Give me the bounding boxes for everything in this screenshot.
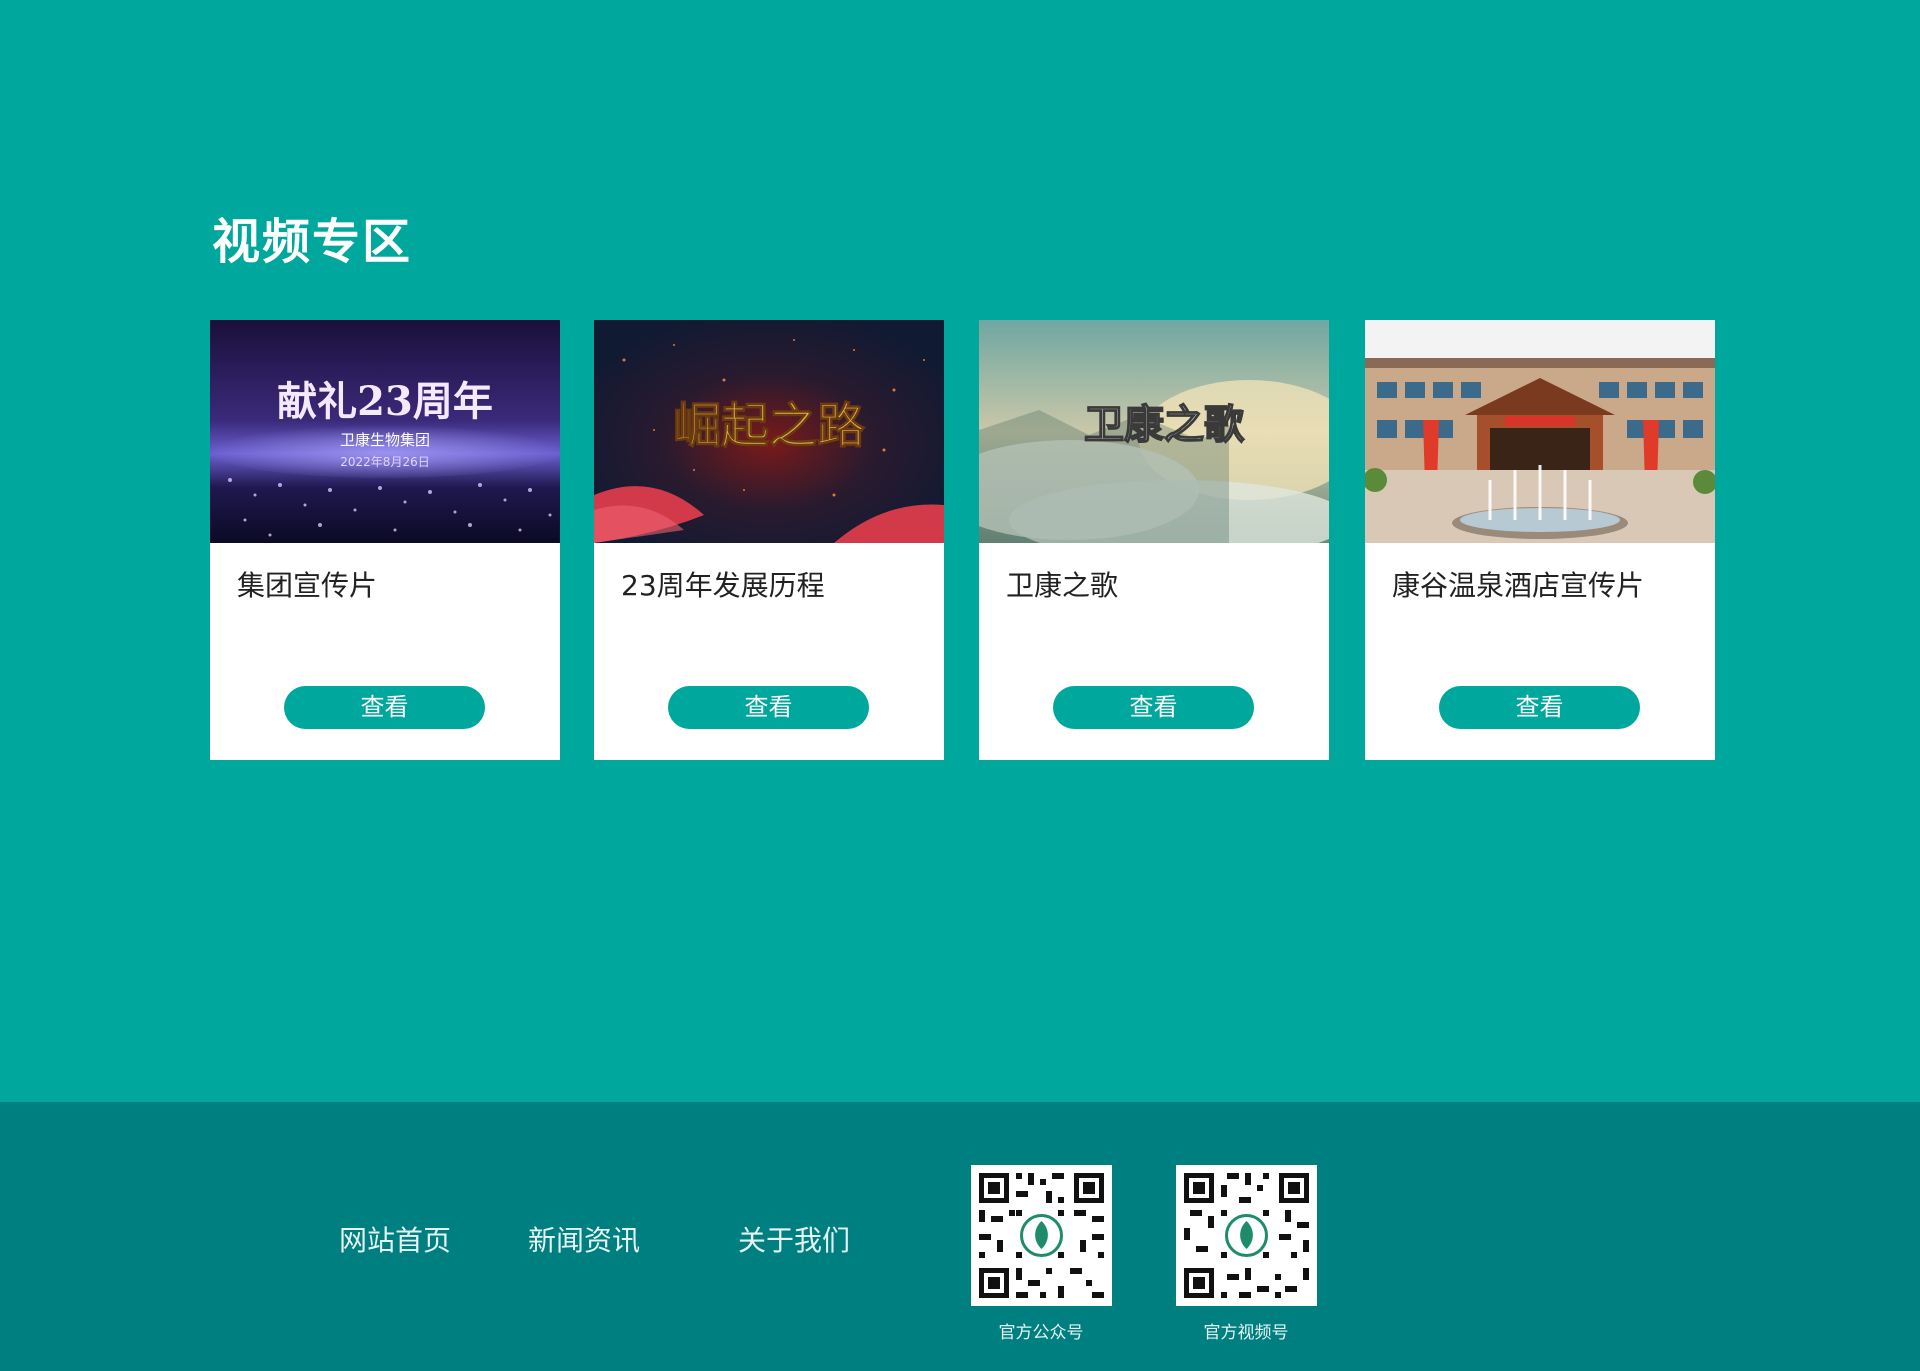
card-title: 卫康之歌 (1006, 569, 1119, 602)
thumbnail-date-text: 2022年8月26日 (340, 455, 429, 469)
video-card-2[interactable]: 崛起之路 23周年发展历程 查看 (594, 320, 944, 760)
view-button[interactable]: 查看 (1439, 686, 1640, 729)
video-section: 视频专区 献礼23周年 卫康生物集团 2022年8月26日 集团宣传片 查看 崛… (0, 0, 1920, 1102)
video-thumbnail-2[interactable]: 崛起之路 (594, 320, 944, 543)
footer (0, 1102, 1920, 1371)
footer-link-home[interactable]: 网站首页 (339, 1221, 451, 1261)
video-card-1[interactable]: 献礼23周年 卫康生物集团 2022年8月26日 集团宣传片 查看 (210, 320, 560, 760)
footer-link-about[interactable]: 关于我们 (738, 1221, 850, 1261)
card-title: 集团宣传片 (237, 569, 378, 602)
qr-code-icon (1176, 1165, 1317, 1306)
view-button[interactable]: 查看 (668, 686, 869, 729)
video-thumbnail-1[interactable]: 献礼23周年 卫康生物集团 2022年8月26日 (210, 320, 560, 543)
video-card-4[interactable]: 康谷温泉酒店宣传片 查看 (1365, 320, 1715, 760)
video-thumbnail-4[interactable] (1365, 320, 1715, 543)
thumbnail-title-text: 卫康之歌 (1084, 401, 1245, 448)
card-title: 康谷温泉酒店宣传片 (1392, 569, 1645, 602)
section-title: 视频专区 (212, 214, 413, 270)
qr-code-icon (971, 1165, 1112, 1306)
footer-link-news[interactable]: 新闻资讯 (528, 1221, 640, 1261)
video-thumbnail-3[interactable]: 卫康之歌 (979, 320, 1329, 543)
qr-caption-official-account: 官方公众号 (998, 1323, 1084, 1343)
video-card-3[interactable]: 卫康之歌 卫康之歌 查看 (979, 320, 1329, 760)
view-button[interactable]: 查看 (1053, 686, 1254, 729)
thumbnail-title-text: 崛起之路 (673, 398, 866, 454)
card-title: 23周年发展历程 (621, 569, 825, 602)
thumbnail-subtitle-text: 卫康生物集团 (340, 431, 430, 449)
view-button[interactable]: 查看 (284, 686, 485, 729)
thumbnail-title-text: 献礼23周年 (277, 378, 493, 425)
qr-caption-video-account: 官方视频号 (1203, 1323, 1289, 1343)
